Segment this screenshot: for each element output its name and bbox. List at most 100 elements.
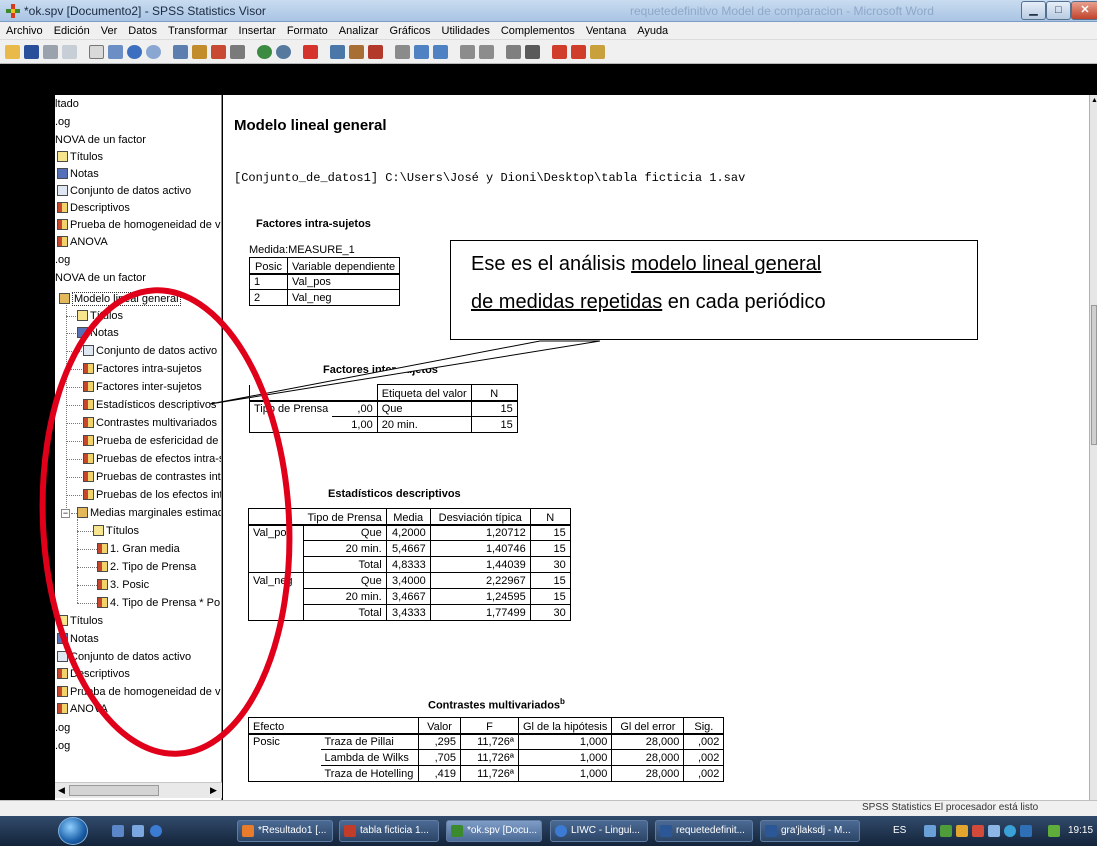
recall-dialog-icon[interactable] <box>108 44 123 59</box>
output-content-pane[interactable]: Modelo lineal general [Conjunto_de_datos… <box>223 95 1089 800</box>
outline-item[interactable]: Prueba de esfericidad de M <box>83 434 221 448</box>
outline-item[interactable]: 2. Tipo de Prensa <box>97 560 196 574</box>
help-topics-icon[interactable] <box>230 44 245 59</box>
print-preview-icon[interactable] <box>62 44 77 59</box>
outline-item[interactable]: Títulos <box>93 524 139 538</box>
outline-item[interactable]: Conjunto de datos activo <box>57 650 191 664</box>
outline-item-selected[interactable]: Modelo lineal general <box>59 292 181 306</box>
show-icon[interactable] <box>506 44 521 59</box>
task-requetedefinitivo[interactable]: requetedefinit... <box>655 820 753 842</box>
designate-window-icon[interactable] <box>349 44 364 59</box>
outline-item[interactable]: Medias marginales estimad <box>77 506 221 520</box>
outline-item[interactable]: Prueba de homogeneidad de va <box>57 685 221 699</box>
tray-volume-icon[interactable] <box>988 825 1000 837</box>
outline-item[interactable]: Notas <box>77 326 119 340</box>
insert-title-icon[interactable] <box>571 44 586 59</box>
menu-graficos[interactable]: Gráficos <box>390 25 431 37</box>
menu-ver[interactable]: Ver <box>101 25 118 37</box>
menu-ventana[interactable]: Ventana <box>586 25 626 37</box>
forward-arrow-icon[interactable] <box>433 44 448 59</box>
scroll-up-icon[interactable]: ▲ <box>1091 97 1097 104</box>
goto-case-icon[interactable] <box>192 44 207 59</box>
undo-icon[interactable] <box>127 44 142 59</box>
menu-analizar[interactable]: Analizar <box>339 25 379 37</box>
variables-icon[interactable] <box>211 44 226 59</box>
scroll-thumb[interactable] <box>69 785 159 796</box>
collapse-toggle[interactable]: − <box>61 509 70 518</box>
outline-item[interactable]: ltado <box>55 97 79 111</box>
outline-item[interactable]: 1. Gran media <box>97 542 180 556</box>
tray-icon[interactable] <box>956 825 968 837</box>
outline-item[interactable]: NOVA de un factor <box>55 133 146 147</box>
show-all-icon[interactable] <box>330 44 345 59</box>
outline-item[interactable]: Pruebas de los efectos inte <box>83 488 221 502</box>
menu-ayuda[interactable]: Ayuda <box>637 25 668 37</box>
tray-icon[interactable] <box>1004 825 1016 837</box>
use-sets-icon[interactable] <box>303 44 318 59</box>
show-desktop-icon[interactable] <box>112 825 124 837</box>
outline-item[interactable]: Títulos <box>57 614 103 628</box>
goto-data-icon[interactable] <box>173 44 188 59</box>
print-icon[interactable] <box>43 44 58 59</box>
internet-explorer-icon[interactable] <box>150 825 162 837</box>
scroll-right-icon[interactable]: ▶ <box>210 785 217 796</box>
minimize-button[interactable]: ▁ <box>1021 1 1046 20</box>
outline-item[interactable]: Descriptivos <box>57 667 130 681</box>
outline-item[interactable]: Pruebas de contrastes intra <box>83 470 221 484</box>
tray-icon[interactable] <box>972 825 984 837</box>
insert-output-icon[interactable] <box>368 44 383 59</box>
menu-archivo[interactable]: Archivo <box>6 25 43 37</box>
outline-item[interactable]: 4. Tipo de Prensa * Po <box>97 596 220 610</box>
outline-item[interactable]: .og <box>55 115 70 129</box>
tray-icon[interactable] <box>1048 825 1060 837</box>
menu-insertar[interactable]: Insertar <box>239 25 276 37</box>
outline-item[interactable]: Estadísticos descriptivos <box>83 398 216 412</box>
outline-item[interactable]: .og <box>55 253 70 267</box>
task-liwc[interactable]: LIWC - Lingui... <box>550 820 648 842</box>
expand-icon[interactable] <box>460 44 475 59</box>
menu-utilidades[interactable]: Utilidades <box>442 25 490 37</box>
quicklaunch-icon[interactable] <box>132 825 144 837</box>
scroll-thumb[interactable] <box>1091 305 1097 445</box>
outline-item[interactable]: 3. Posic <box>97 578 149 592</box>
export-icon[interactable] <box>89 44 104 59</box>
select-cases-icon[interactable] <box>257 44 272 59</box>
open-icon[interactable] <box>5 44 20 59</box>
scroll-left-icon[interactable]: ◀ <box>58 785 65 796</box>
outline-item[interactable]: Títulos <box>57 150 103 164</box>
outline-item[interactable]: Conjunto de datos activo <box>57 184 191 198</box>
outline-item[interactable]: Prueba de homogeneidad de va <box>57 218 221 232</box>
task-resultado1[interactable]: *Resultado1 [... <box>237 820 333 842</box>
close-button[interactable]: ✕ <box>1071 1 1097 20</box>
promote-icon[interactable] <box>395 44 410 59</box>
outline-item[interactable]: Descriptivos <box>57 201 130 215</box>
menu-formato[interactable]: Formato <box>287 25 328 37</box>
outline-item[interactable]: Notas <box>57 167 99 181</box>
content-vertical-scrollbar[interactable]: ▲ <box>1089 95 1097 800</box>
start-button[interactable] <box>58 817 88 845</box>
outline-item[interactable]: .og <box>55 721 70 735</box>
outline-item[interactable]: Conjunto de datos activo <box>83 344 217 358</box>
menu-datos[interactable]: Datos <box>128 25 157 37</box>
outline-horizontal-scrollbar[interactable]: ◀ ▶ <box>55 782 222 798</box>
outline-item[interactable]: .og <box>55 739 70 753</box>
collapse-icon[interactable] <box>479 44 494 59</box>
outline-item[interactable]: Factores inter-sujetos <box>83 380 202 394</box>
outline-item[interactable]: Contrastes multivariados <box>83 416 217 430</box>
tray-network-icon[interactable] <box>924 825 936 837</box>
outline-item[interactable]: Notas <box>57 632 99 646</box>
tray-icon[interactable] <box>1020 825 1032 837</box>
insert-text-icon[interactable] <box>590 44 605 59</box>
insert-heading-icon[interactable] <box>552 44 567 59</box>
save-icon[interactable] <box>24 44 39 59</box>
maximize-button[interactable]: □ <box>1046 1 1071 20</box>
outline-item[interactable]: Pruebas de efectos intra-su <box>83 452 221 466</box>
task-ok-spv[interactable]: *ok.spv [Docu... <box>446 820 542 842</box>
outline-item[interactable]: Títulos <box>77 309 123 323</box>
back-arrow-icon[interactable] <box>414 44 429 59</box>
menu-transformar[interactable]: Transformar <box>168 25 228 37</box>
hide-icon[interactable] <box>525 44 540 59</box>
outline-item[interactable]: ANOVA <box>57 702 108 716</box>
outline-item[interactable]: Factores intra-sujetos <box>83 362 202 376</box>
menu-edicion[interactable]: Edición <box>54 25 90 37</box>
